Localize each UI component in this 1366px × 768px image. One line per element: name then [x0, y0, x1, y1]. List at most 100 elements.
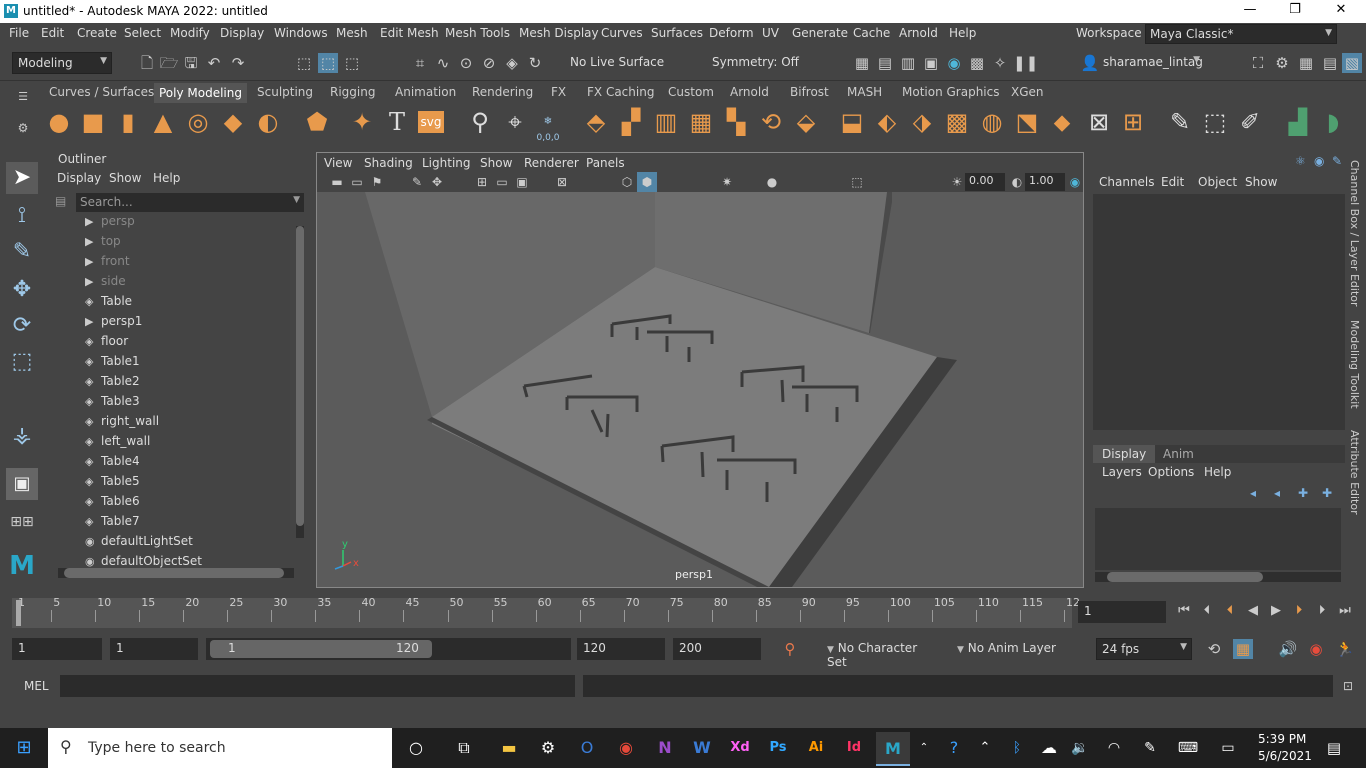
outliner-item[interactable]: ▶ front	[85, 254, 130, 274]
light-editor-icon[interactable]: ✧	[990, 53, 1010, 73]
outliner-item[interactable]: ◈ Table7	[85, 514, 140, 534]
lattice-icon[interactable]: ⬚	[1200, 107, 1230, 137]
time-slider[interactable]: 1 5 10 15 20 25 30 35 40 45 50 55 60 65 70 75 80 85 90 95 10…	[0, 594, 1366, 630]
paint-select-tool-icon[interactable]: ✎	[6, 236, 38, 268]
select-tool-icon[interactable]: ➤	[6, 162, 38, 194]
maya-taskbar-icon[interactable]: M	[876, 732, 910, 766]
tab-animation[interactable]: Animation	[395, 85, 456, 99]
outliner-menu-show[interactable]: Show	[109, 171, 141, 185]
taskbar-date[interactable]: 5/6/2021	[1258, 749, 1312, 763]
select-object-icon[interactable]: ⬚	[318, 53, 338, 73]
anim-layer-dropdown[interactable]: ▼ No Anim Layer	[952, 638, 1082, 660]
current-frame-field[interactable]: 1	[1078, 601, 1166, 623]
outliner-item[interactable]: ▶ top	[85, 234, 121, 254]
taskbar-search-box[interactable]: ⚲ Type here to search	[48, 728, 392, 768]
settings-icon[interactable]: ⚙	[536, 736, 560, 760]
snap-surface-icon[interactable]: ◈	[502, 53, 522, 73]
tab-mash[interactable]: MASH	[847, 85, 882, 99]
character-icon[interactable]: 🏃	[1335, 639, 1355, 659]
outliner-item[interactable]: ◈ Table1	[85, 354, 140, 374]
exposure-icon[interactable]: ☀	[947, 172, 967, 192]
outliner-item[interactable]: ▶ persp	[85, 214, 135, 234]
menu-surfaces[interactable]: Surfaces	[651, 26, 703, 40]
poly-sphere-icon[interactable]: ●	[44, 107, 74, 137]
user-dropdown[interactable]: sharamae_lintag ▼	[1098, 52, 1204, 74]
outliner-item[interactable]: ◈ Table3	[85, 394, 140, 414]
symmetry-field[interactable]: Symmetry: Off	[707, 52, 807, 74]
tab-modeling-toolkit[interactable]: Modeling Toolkit	[1348, 320, 1361, 409]
step-back-frame-icon[interactable]: ⏴	[1220, 601, 1240, 621]
layer-icon-b[interactable]: ◂	[1274, 486, 1280, 500]
bookmark-icon[interactable]: ⚑	[367, 172, 387, 192]
vp-menu-shading[interactable]: Shading	[364, 156, 413, 170]
channel-menu-object[interactable]: Object	[1198, 175, 1237, 189]
sculpt-geo-icon[interactable]: ⚲	[465, 107, 495, 137]
separate-icon[interactable]: ▞	[616, 107, 646, 137]
mirror-icon[interactable]: ⊠	[1084, 107, 1114, 137]
sculpt-icon[interactable]: ⛶	[1248, 53, 1268, 73]
single-view-icon[interactable]: ▣	[6, 468, 38, 500]
bluetooth-icon[interactable]: ᛒ	[1005, 736, 1029, 760]
wireframe-icon[interactable]: ⬡	[617, 172, 637, 192]
menu-create[interactable]: Create	[77, 26, 117, 40]
film-gate-icon[interactable]: ▭	[492, 172, 512, 192]
workspace-dropdown[interactable]: Maya Classic* ▼	[1145, 24, 1337, 44]
script-editor-icon[interactable]: ⊡	[1338, 676, 1358, 696]
attribute-editor-icon[interactable]: ▦	[1296, 53, 1316, 73]
layer-menu-help[interactable]: Help	[1204, 465, 1231, 479]
channel-icon-a[interactable]: ⚛	[1295, 154, 1306, 168]
tab-motion-graphics[interactable]: Motion Graphics	[902, 85, 1000, 99]
loop-icon[interactable]: ⟲	[1204, 639, 1224, 659]
snap-pivot-icon[interactable]: ↻	[525, 53, 545, 73]
restore-button[interactable]: ❐	[1280, 2, 1310, 20]
ipr-render-icon[interactable]: ▥	[898, 53, 918, 73]
fill-hole-icon[interactable]: ⬗	[907, 107, 937, 137]
menu-modify[interactable]: Modify	[170, 26, 210, 40]
new-scene-icon[interactable]: 🗋	[137, 53, 157, 73]
layer-hscroll[interactable]	[1095, 572, 1341, 582]
lasso-tool-icon[interactable]: ⟟	[6, 200, 38, 232]
taskbar-scroll-icon[interactable]: ⌃	[912, 736, 936, 760]
end-time-field[interactable]: 120	[577, 638, 665, 660]
channel-icon-c[interactable]: ✎	[1332, 154, 1342, 168]
menu-mesh-tools[interactable]: Mesh Tools	[445, 26, 510, 40]
sound-icon[interactable]: 🔊	[1278, 639, 1298, 659]
mel-label[interactable]: MEL	[24, 679, 49, 693]
photoshop-icon[interactable]: Ps	[766, 736, 790, 760]
menu-uv[interactable]: UV	[762, 26, 779, 40]
live-surface-field[interactable]: No Live Surface	[565, 52, 685, 74]
menu-deform[interactable]: Deform	[709, 26, 754, 40]
pen-icon[interactable]: ✎	[1138, 736, 1162, 760]
select-hierarchy-icon[interactable]: ⬚	[294, 53, 314, 73]
vp-menu-panels[interactable]: Panels	[586, 156, 625, 170]
smooth-icon[interactable]: ▦	[686, 107, 716, 137]
outliner-item[interactable]: ◈ Table5	[85, 474, 140, 494]
channel-box-icon[interactable]: ▧	[1342, 53, 1362, 73]
tab-xgen[interactable]: XGen	[1011, 85, 1044, 99]
tab-rendering[interactable]: Rendering	[472, 85, 533, 99]
poly-cone-icon[interactable]: ▲	[148, 107, 178, 137]
uv-layout-icon[interactable]: ▟	[1283, 107, 1313, 137]
bridge-icon[interactable]: ⟲	[756, 107, 786, 137]
show-hidden-icons[interactable]: ⌃	[973, 736, 997, 760]
layer-icon-a[interactable]: ◂	[1250, 486, 1256, 500]
super-shape-icon[interactable]: ✦	[347, 107, 377, 137]
tab-curves-surfaces[interactable]: Curves / Surfaces	[49, 85, 154, 99]
select-component-icon[interactable]: ⬚	[342, 53, 362, 73]
outliner-item[interactable]: ◈ Table6	[85, 494, 140, 514]
notifications-icon[interactable]: ▤	[1322, 736, 1346, 760]
tool-settings-icon[interactable]: ▤	[1320, 53, 1340, 73]
grease-pencil-icon[interactable]: ✎	[407, 172, 427, 192]
outliner-filter-icon[interactable]: ▤	[55, 194, 66, 208]
mode-dropdown[interactable]: Modeling ▼	[12, 52, 112, 74]
menu-file[interactable]: File	[9, 26, 29, 40]
go-to-end-icon[interactable]: ⏭	[1335, 601, 1355, 621]
new-layer-icon[interactable]: ✚	[1298, 486, 1308, 500]
cortana-icon[interactable]: ○	[404, 736, 428, 760]
layer-menu-options[interactable]: Options	[1148, 465, 1194, 479]
render-setup-icon[interactable]: ▩	[967, 53, 987, 73]
poly-cylinder-icon[interactable]: ▮	[113, 107, 143, 137]
onenote-icon[interactable]: N	[653, 736, 677, 760]
tab-arnold[interactable]: Arnold	[730, 85, 769, 99]
tab-poly-modeling[interactable]: Poly Modeling	[154, 83, 247, 103]
